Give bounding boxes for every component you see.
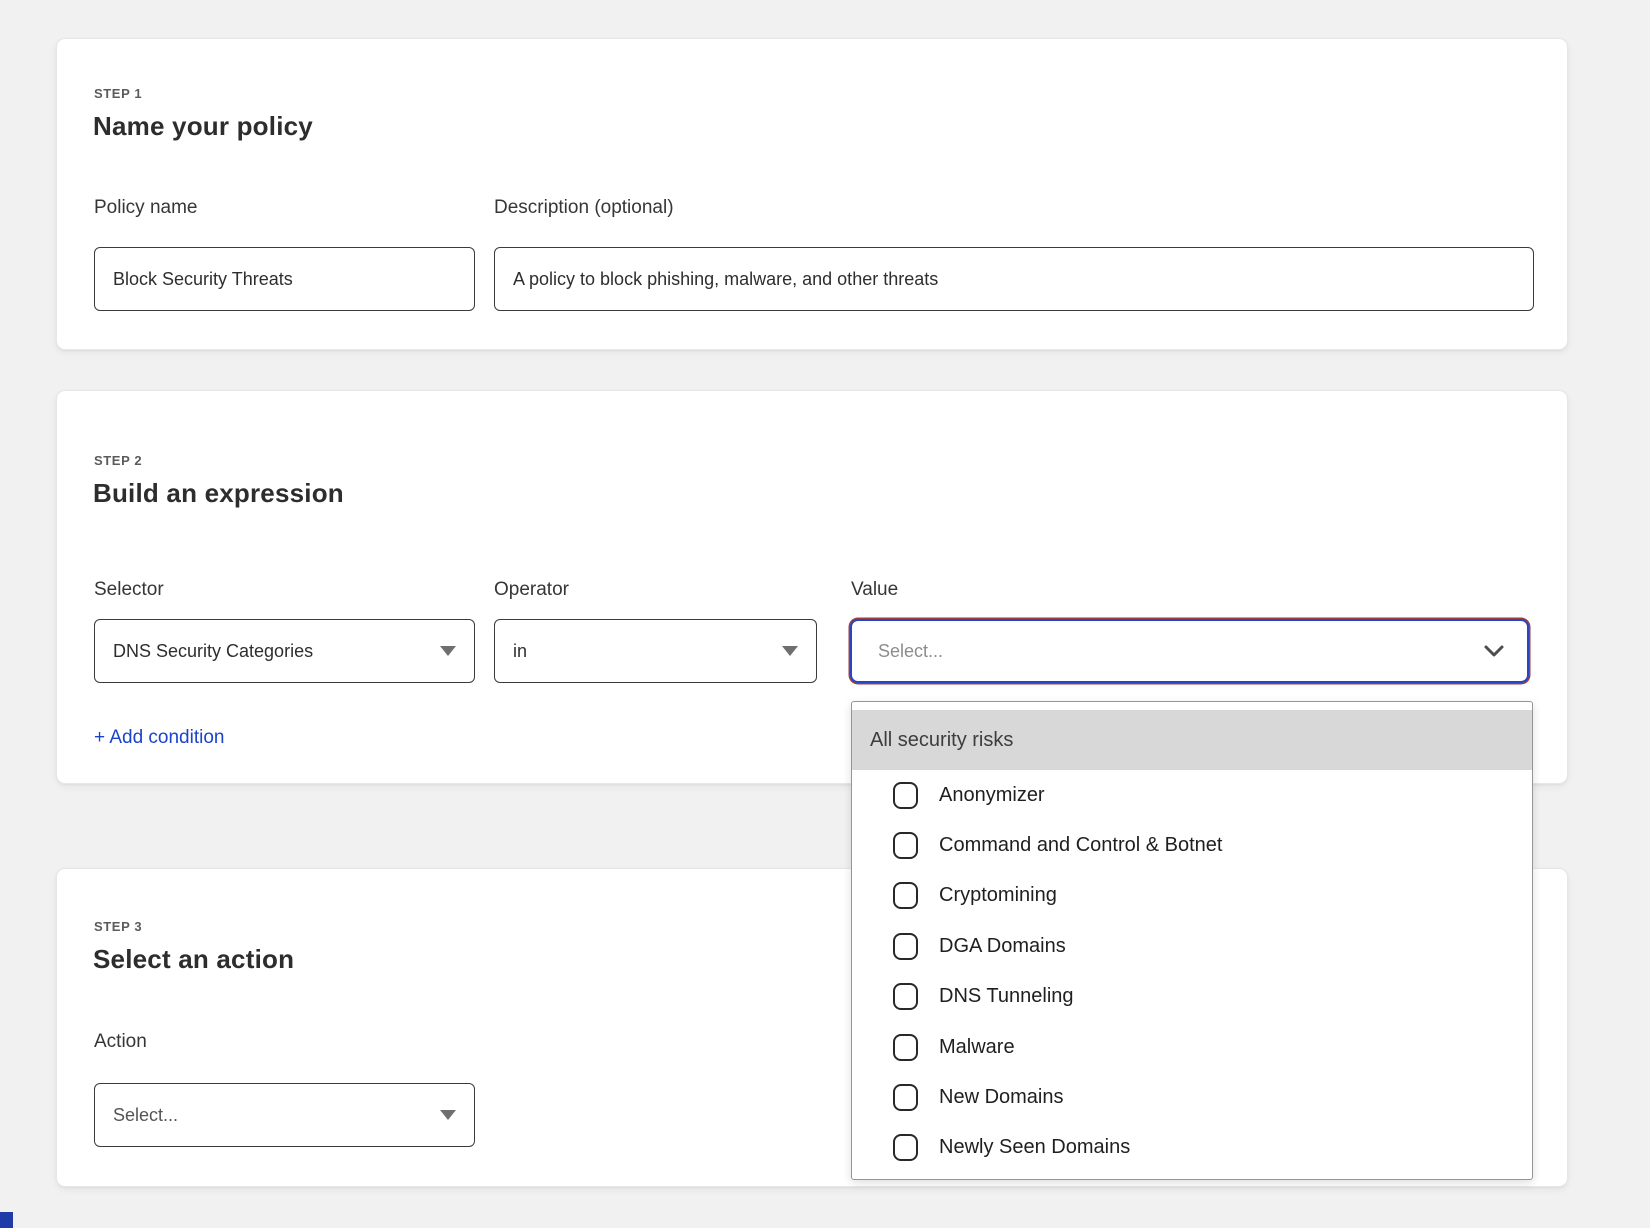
checkbox-icon[interactable]: [893, 983, 918, 1010]
dropdown-option[interactable]: Newly Seen Domains: [852, 1123, 1532, 1173]
action-select[interactable]: Select...: [94, 1083, 475, 1147]
dropdown-option[interactable]: Malware: [852, 1022, 1532, 1072]
checkbox-icon[interactable]: [893, 1134, 918, 1161]
dropdown-option[interactable]: New Domains: [852, 1072, 1532, 1122]
value-label: Value: [851, 579, 898, 601]
dropdown-option-label: Anonymizer: [939, 784, 1045, 807]
dropdown-option-label: Newly Seen Domains: [939, 1136, 1130, 1159]
step1-title: Name your policy: [93, 111, 313, 142]
add-condition-link[interactable]: + Add condition: [94, 727, 224, 749]
description-input[interactable]: [494, 247, 1534, 311]
operator-select[interactable]: in: [494, 619, 817, 683]
operator-select-value: in: [513, 641, 782, 662]
caret-down-icon: [440, 1110, 456, 1120]
dropdown-options-list: Anonymizer Command and Control & Botnet Cr…: [852, 770, 1532, 1179]
dropdown-option-label: Command and Control & Botnet: [939, 834, 1223, 857]
selector-label: Selector: [94, 579, 164, 601]
step1-card: STEP 1 Name your policy Policy name Desc…: [56, 38, 1568, 350]
selector-select[interactable]: DNS Security Categories: [94, 619, 475, 683]
dropdown-option[interactable]: DGA Domains: [852, 921, 1532, 971]
policy-name-input[interactable]: [94, 247, 475, 311]
caret-down-icon: [440, 646, 456, 656]
step3-title: Select an action: [93, 944, 294, 975]
dropdown-option-label: DNS Tunneling: [939, 985, 1074, 1008]
action-select-placeholder: Select...: [113, 1105, 440, 1126]
step1-label: STEP 1: [94, 86, 142, 101]
dropdown-option-label: New Domains: [939, 1086, 1063, 1109]
dropdown-group-header[interactable]: All security risks: [852, 710, 1532, 770]
dropdown-option-label: Malware: [939, 1036, 1015, 1059]
checkbox-icon[interactable]: [893, 933, 918, 960]
policy-name-label: Policy name: [94, 197, 198, 219]
dropdown-option[interactable]: Command and Control & Botnet: [852, 820, 1532, 870]
action-label: Action: [94, 1031, 147, 1053]
dropdown-option-label: DGA Domains: [939, 935, 1066, 958]
checkbox-icon[interactable]: [893, 1084, 918, 1111]
bottom-left-artifact: [0, 1212, 13, 1228]
value-dropdown-panel: All security risks Anonymizer Command and…: [851, 701, 1533, 1180]
caret-down-icon: [782, 646, 798, 656]
description-label: Description (optional): [494, 197, 674, 219]
selector-select-value: DNS Security Categories: [113, 641, 440, 662]
chevron-down-icon: [1481, 638, 1507, 664]
checkbox-icon[interactable]: [893, 832, 918, 859]
checkbox-icon[interactable]: [893, 1034, 918, 1061]
value-multiselect[interactable]: Select...: [850, 619, 1529, 683]
dropdown-option[interactable]: DNS Tunneling: [852, 972, 1532, 1022]
checkbox-icon[interactable]: [893, 782, 918, 809]
dropdown-option[interactable]: Anonymizer: [852, 770, 1532, 820]
step3-label: STEP 3: [94, 919, 142, 934]
step2-label: STEP 2: [94, 453, 142, 468]
value-multiselect-placeholder: Select...: [878, 641, 1481, 662]
step2-title: Build an expression: [93, 478, 344, 509]
dropdown-option[interactable]: Cryptomining: [852, 871, 1532, 921]
checkbox-icon[interactable]: [893, 882, 918, 909]
operator-label: Operator: [494, 579, 569, 601]
dropdown-option-label: Cryptomining: [939, 884, 1057, 907]
